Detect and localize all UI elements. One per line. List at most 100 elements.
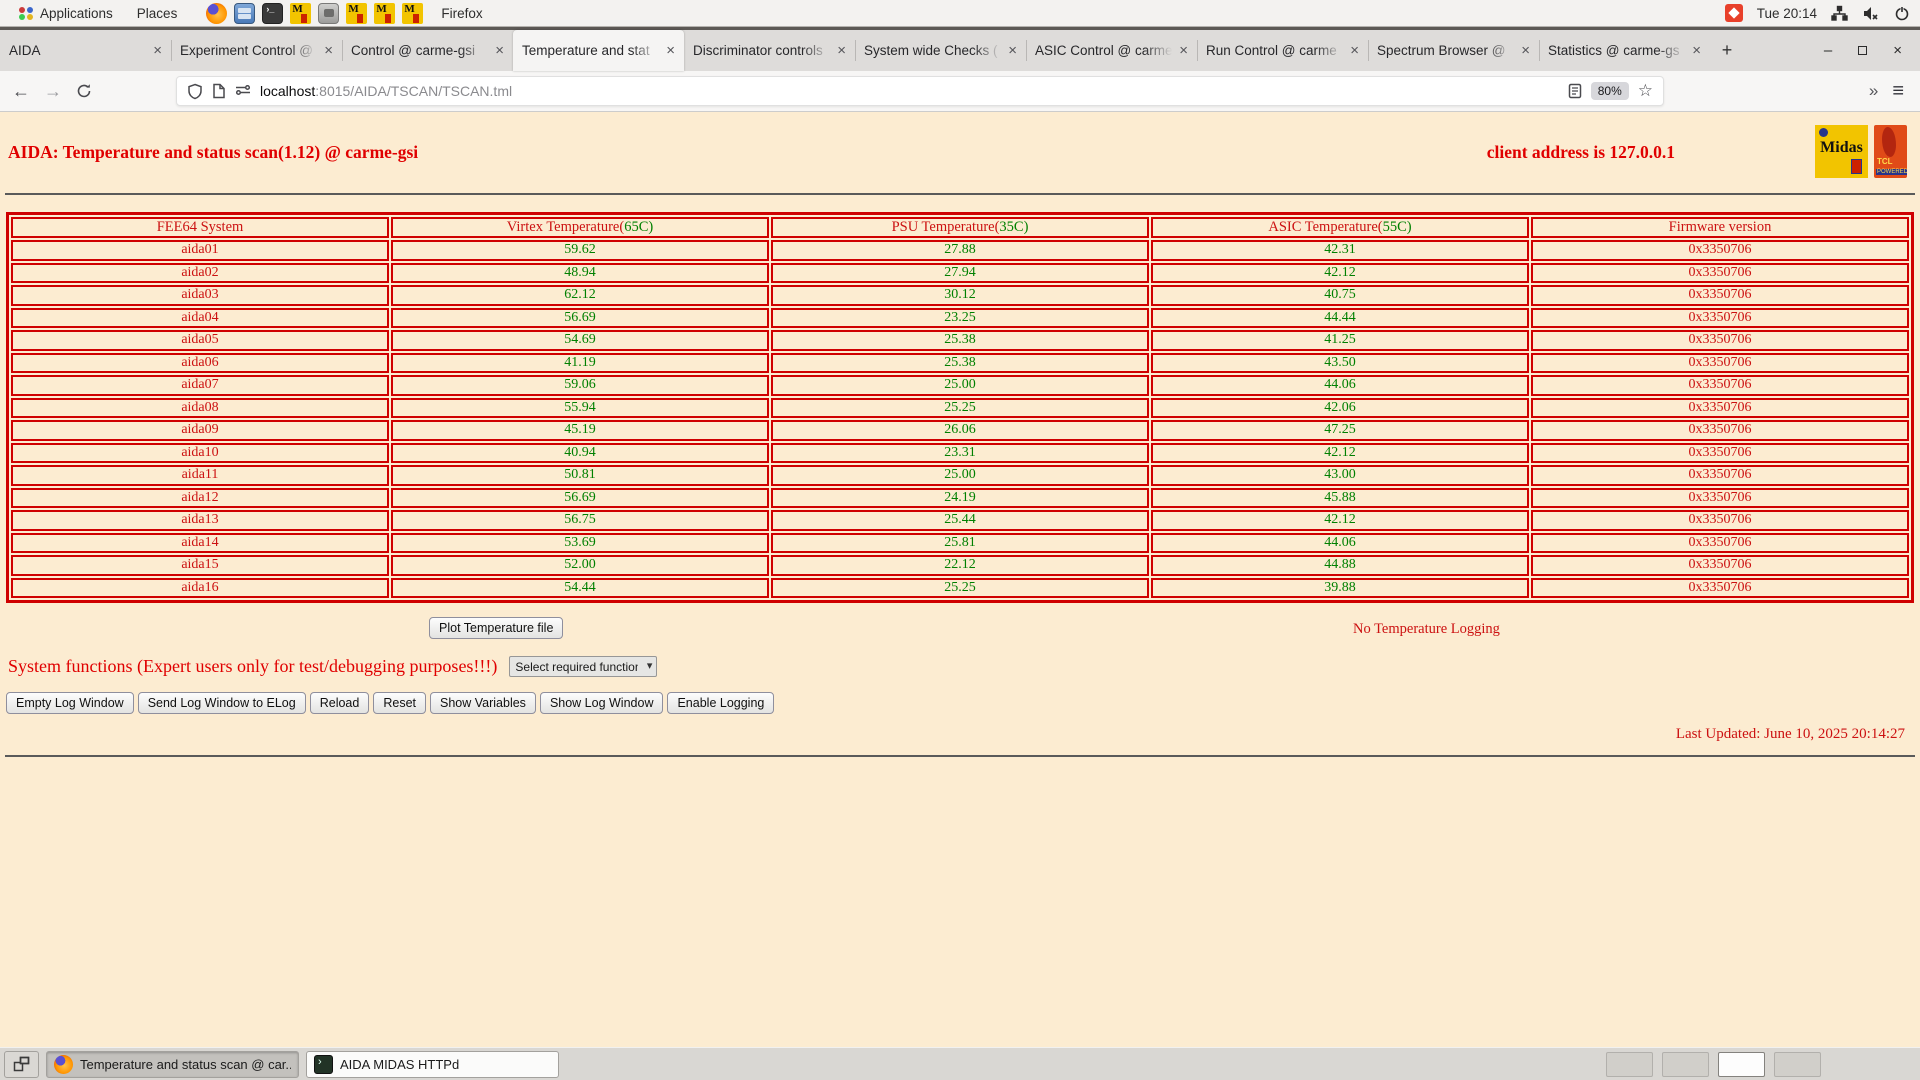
applications-menu[interactable]: Applications bbox=[10, 0, 122, 26]
empty-log-window-button[interactable]: Empty Log Window bbox=[6, 692, 134, 714]
midas-launcher-icon[interactable] bbox=[374, 3, 395, 24]
column-header: ASIC Temperature(55C) bbox=[1151, 217, 1529, 238]
tab-close-icon[interactable]: × bbox=[1179, 43, 1188, 58]
workspace-3-current[interactable] bbox=[1718, 1052, 1765, 1077]
tab-close-icon[interactable]: × bbox=[495, 43, 504, 58]
window-controls: – × bbox=[1806, 30, 1920, 71]
network-icon[interactable] bbox=[1831, 5, 1848, 22]
volume-muted-icon[interactable] bbox=[1862, 5, 1880, 22]
reload-button[interactable] bbox=[76, 83, 92, 99]
plot-temperature-file-button[interactable]: Plot Temperature file bbox=[429, 617, 563, 639]
show-log-window-button[interactable]: Show Log Window bbox=[540, 692, 664, 714]
workspace-4[interactable] bbox=[1774, 1052, 1821, 1077]
places-label: Places bbox=[137, 6, 178, 21]
close-window-button[interactable]: × bbox=[1893, 43, 1902, 58]
page-info-icon[interactable] bbox=[212, 83, 226, 99]
taskbar-task-1[interactable]: Temperature and status scan @ car... bbox=[46, 1051, 299, 1078]
midas-launcher-icon[interactable] bbox=[402, 3, 423, 24]
table-row: aida0759.0625.0044.060x3350706 bbox=[11, 375, 1909, 396]
midas-logo: Midas bbox=[1815, 125, 1868, 178]
cell-name: aida02 bbox=[11, 263, 389, 284]
cell-asic: 45.88 bbox=[1151, 488, 1529, 509]
back-button[interactable]: ← bbox=[12, 82, 30, 100]
workspace-2[interactable] bbox=[1662, 1052, 1709, 1077]
url-text[interactable]: localhost:8015/AIDA/TSCAN/TSCAN.tml bbox=[260, 83, 1559, 99]
places-menu[interactable]: Places bbox=[128, 0, 187, 26]
forward-button[interactable]: → bbox=[44, 82, 62, 100]
zoom-level-badge[interactable]: 80% bbox=[1591, 82, 1629, 100]
tab-close-icon[interactable]: × bbox=[1521, 43, 1530, 58]
url-bar[interactable]: localhost:8015/AIDA/TSCAN/TSCAN.tml 80% … bbox=[176, 76, 1664, 106]
system-function-select[interactable]: Select required function bbox=[509, 656, 657, 677]
cell-virtex: 40.94 bbox=[391, 443, 769, 464]
tab-close-icon[interactable]: × bbox=[1008, 43, 1017, 58]
last-updated: Last Updated: June 10, 2025 20:14:27 bbox=[0, 726, 1905, 743]
cell-firmware: 0x3350706 bbox=[1531, 555, 1909, 576]
reload-button[interactable]: Reload bbox=[310, 692, 370, 714]
tab-close-icon[interactable]: × bbox=[1350, 43, 1359, 58]
site-permissions-icon[interactable] bbox=[235, 85, 251, 97]
show-variables-button[interactable]: Show Variables bbox=[430, 692, 536, 714]
cell-name: aida07 bbox=[11, 375, 389, 396]
cell-firmware: 0x3350706 bbox=[1531, 285, 1909, 306]
browser-tab-5[interactable]: Discriminator controls× bbox=[684, 30, 855, 71]
midas-launcher-icon[interactable] bbox=[290, 3, 311, 24]
tab-close-icon[interactable]: × bbox=[837, 43, 846, 58]
tab-close-icon[interactable]: × bbox=[666, 43, 675, 58]
new-tab-button[interactable]: + bbox=[1710, 30, 1744, 71]
browser-tab-6[interactable]: System wide Checks (× bbox=[855, 30, 1026, 71]
clock[interactable]: Tue 20:14 bbox=[1757, 6, 1817, 21]
notification-icon[interactable] bbox=[1725, 4, 1743, 22]
firefox-launcher-icon[interactable] bbox=[206, 3, 227, 24]
reader-mode-icon[interactable] bbox=[1568, 83, 1582, 99]
cell-asic: 44.06 bbox=[1151, 375, 1529, 396]
tab-close-icon[interactable]: × bbox=[153, 43, 162, 58]
cell-name: aida12 bbox=[11, 488, 389, 509]
table-row: aida0248.9427.9442.120x3350706 bbox=[11, 263, 1909, 284]
browser-tab-2[interactable]: Experiment Control @× bbox=[171, 30, 342, 71]
send-log-window-to-elog-button[interactable]: Send Log Window to ELog bbox=[138, 692, 306, 714]
tcl-logo-subtext: POWERED bbox=[1876, 169, 1907, 175]
browser-tab-9[interactable]: Spectrum Browser @× bbox=[1368, 30, 1539, 71]
cell-psu: 25.38 bbox=[771, 330, 1149, 351]
browser-tab-10[interactable]: Statistics @ carme-gs× bbox=[1539, 30, 1710, 71]
bookmark-star-icon[interactable]: ☆ bbox=[1638, 81, 1653, 101]
minimize-button[interactable]: – bbox=[1824, 43, 1832, 58]
terminal-launcher-icon[interactable] bbox=[262, 3, 283, 24]
screenshot-launcher-icon[interactable] bbox=[318, 3, 339, 24]
url-path: :8015/AIDA/TSCAN/TSCAN.tml bbox=[315, 83, 512, 99]
logos: Midas TCL POWERED bbox=[1815, 125, 1907, 178]
browser-tab-1[interactable]: AIDA× bbox=[0, 30, 171, 71]
log-button-row: Empty Log WindowSend Log Window to ELogR… bbox=[6, 692, 1920, 714]
cell-asic: 41.25 bbox=[1151, 330, 1529, 351]
tab-label: Temperature and stat bbox=[522, 43, 662, 58]
cell-psu: 23.25 bbox=[771, 308, 1149, 329]
workspace-1[interactable] bbox=[1606, 1052, 1653, 1077]
column-header: FEE64 System bbox=[11, 217, 389, 238]
divider-bottom bbox=[5, 755, 1915, 757]
browser-tab-7[interactable]: ASIC Control @ carme × bbox=[1026, 30, 1197, 71]
show-desktop-button[interactable] bbox=[4, 1051, 39, 1078]
browser-tab-4[interactable]: Temperature and stat × bbox=[513, 30, 684, 71]
table-row: aida0159.6227.8842.310x3350706 bbox=[11, 240, 1909, 261]
cell-virtex: 52.00 bbox=[391, 555, 769, 576]
cell-name: aida05 bbox=[11, 330, 389, 351]
toolbar-overflow-button[interactable]: » bbox=[1869, 81, 1878, 101]
browser-tab-3[interactable]: Control @ carme-gsi× bbox=[342, 30, 513, 71]
reset-button[interactable]: Reset bbox=[373, 692, 426, 714]
tab-close-icon[interactable]: × bbox=[1692, 43, 1701, 58]
cell-virtex: 56.69 bbox=[391, 488, 769, 509]
taskbar-task-2[interactable]: AIDA MIDAS HTTPd bbox=[306, 1051, 559, 1078]
app-menu-button[interactable]: ≡ bbox=[1892, 80, 1904, 103]
files-launcher-icon[interactable] bbox=[234, 3, 255, 24]
browser-tab-8[interactable]: Run Control @ carme× bbox=[1197, 30, 1368, 71]
enable-logging-button[interactable]: Enable Logging bbox=[667, 692, 774, 714]
cell-name: aida03 bbox=[11, 285, 389, 306]
maximize-button[interactable] bbox=[1858, 46, 1867, 55]
tab-close-icon[interactable]: × bbox=[324, 43, 333, 58]
tab-label: ASIC Control @ carme bbox=[1035, 43, 1175, 58]
tracking-shield-icon[interactable] bbox=[187, 83, 203, 100]
power-icon[interactable] bbox=[1894, 5, 1910, 21]
midas-launcher-icon[interactable] bbox=[346, 3, 367, 24]
divider-top bbox=[5, 193, 1915, 195]
